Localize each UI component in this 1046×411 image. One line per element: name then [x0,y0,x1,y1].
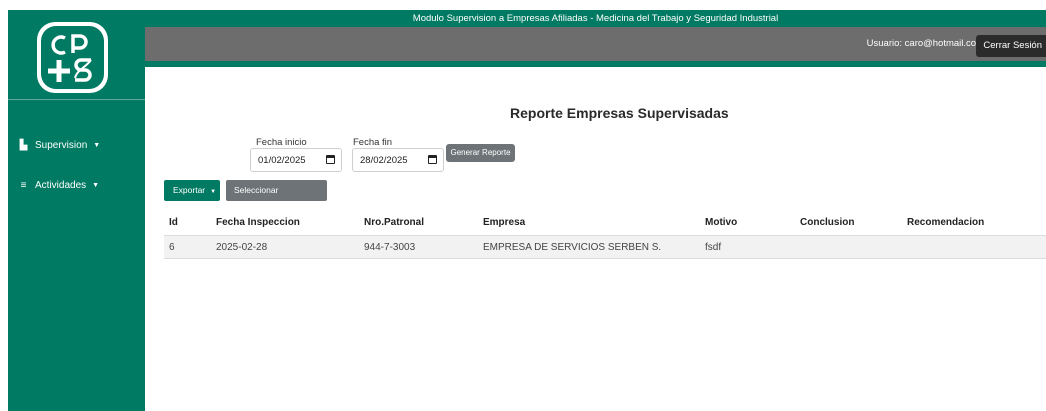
logo-area [8,10,145,100]
column-header-nro-patronal[interactable]: Nro.Patronal [364,217,424,228]
calendar-icon[interactable] [428,155,437,164]
generate-report-button[interactable]: Generar Reporte [446,144,515,162]
column-header-motivo[interactable]: Motivo [705,217,737,228]
header-divider [145,61,1046,67]
caret-down-icon: ▼ [275,210,282,216]
user-label: Usuario: caro@hotmail.com [866,38,984,49]
start-date-label: Fecha inicio [256,137,307,148]
end-date-input[interactable]: 28/02/2025 [352,148,444,172]
calendar-icon[interactable] [326,155,335,164]
select-columns-label: Seleccionar columnas [234,185,279,216]
menu-lines-icon: ≡ [20,179,27,191]
start-date-input[interactable]: 01/02/2025 [250,148,342,172]
app-title-bar: Modulo Supervision a Empresas Afiliadas … [145,10,1046,27]
export-button[interactable]: Exportar ▼ [164,180,220,201]
building-icon: ▙ [19,139,28,151]
sidebar: ▙ Supervision ▼ ≡ Actividades ▼ [8,10,145,411]
cell-empresa: EMPRESA DE SERVICIOS SERBEN S. [483,242,662,253]
start-date-value: 01/02/2025 [258,155,306,166]
column-header-empresa[interactable]: Empresa [483,217,525,228]
cell-fecha-inspeccion: 2025-02-28 [216,242,268,253]
sidebar-item-actividades[interactable]: ≡ Actividades ▼ [8,174,145,196]
column-header-conclusion[interactable]: Conclusion [800,217,854,228]
cps-logo [37,22,108,93]
cell-nro-patronal: 944-7-3003 [364,242,416,253]
export-label: Exportar [173,185,206,195]
sidebar-item-supervision[interactable]: ▙ Supervision ▼ [8,134,145,156]
user-bar: Usuario: caro@hotmail.com Cerrar Sesión [145,27,1046,61]
cell-motivo: fsdf [705,242,722,253]
caret-down-icon: ▼ [92,181,100,189]
select-columns-button[interactable]: Seleccionar columnas ▼ [226,180,327,216]
column-header-id[interactable]: Id [169,217,178,228]
sidebar-item-label: Supervision [35,139,88,151]
cell-id: 6 [169,242,175,253]
end-date-label: Fecha fin [353,137,393,148]
app-title: Modulo Supervision a Empresas Afiliadas … [412,13,779,24]
page-title: Reporte Empresas Supervisadas [510,105,729,121]
end-date-value: 28/02/2025 [360,155,408,166]
caret-down-icon: ▼ [93,141,101,149]
caret-down-icon: ▼ [210,189,217,195]
logout-button[interactable]: Cerrar Sesión [976,35,1046,57]
column-header-fecha-inspeccion[interactable]: Fecha Inspeccion [216,217,300,228]
column-header-recomendacion[interactable]: Recomendacion [907,217,984,228]
sidebar-item-label: Actividades [35,179,87,191]
